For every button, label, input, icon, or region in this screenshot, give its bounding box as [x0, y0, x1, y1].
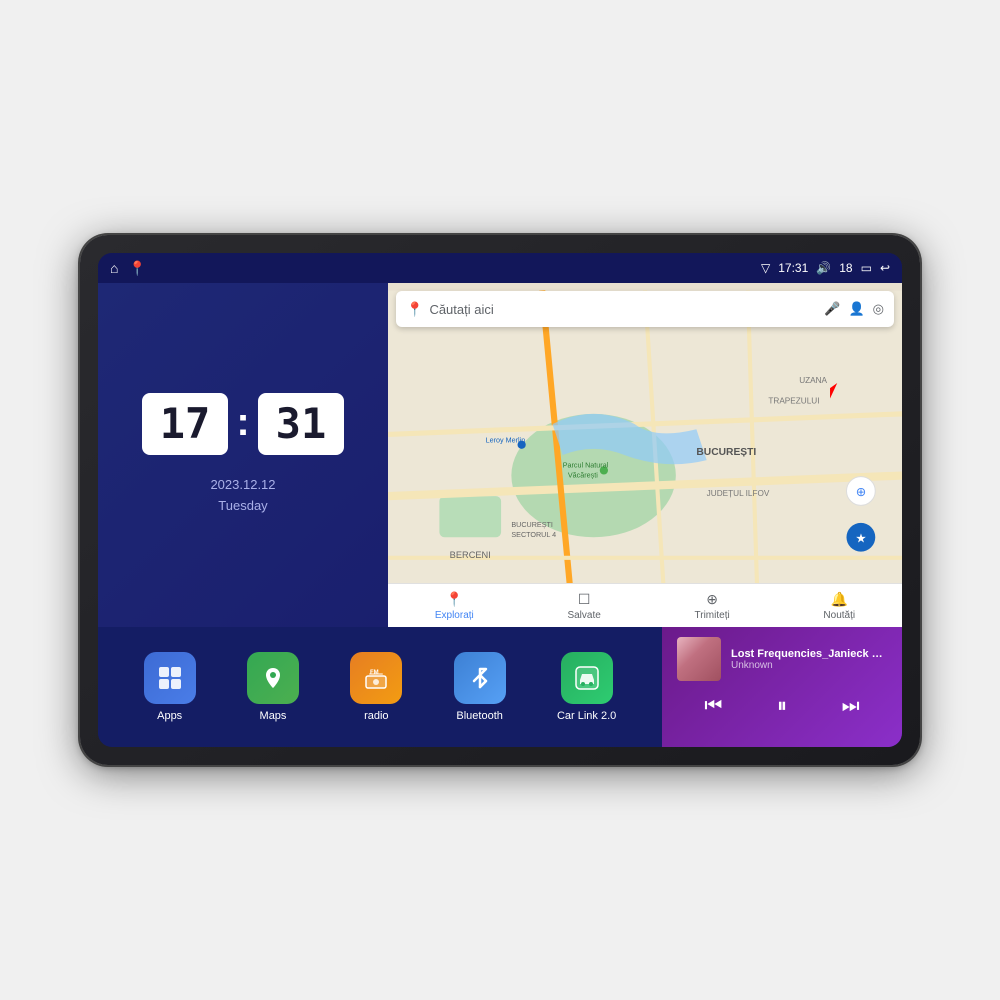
home-icon[interactable]: ⌂ [110, 260, 118, 276]
bluetooth-icon-svg [466, 664, 494, 692]
explore-label: Explorați [435, 610, 474, 621]
media-player: Lost Frequencies_Janieck Devy-... Unknow… [662, 627, 902, 747]
explore-icon: 📍 [446, 591, 463, 608]
top-section: 17 : 31 2023.12.12 Tuesday [98, 283, 902, 627]
screen: ⌂ 📍 ▽ 17:31 🔊 18 ▭ ↩ [98, 253, 902, 747]
apps-icon [144, 652, 196, 704]
saved-icon: ☐ [578, 591, 591, 608]
map-nav-bar: 📍 Explorați ☐ Salvate ⊕ Trimiteți [388, 583, 902, 627]
map-search-right: 🎤 👤 ◎ [824, 301, 884, 317]
volume-level: 18 [839, 261, 852, 275]
clock-colon: : [236, 402, 249, 442]
app-item-radio[interactable]: FM radio [350, 652, 402, 722]
send-label: Trimiteți [695, 610, 730, 621]
map-search-bar[interactable]: 📍 Căutați aici 🎤 👤 ◎ [396, 291, 894, 327]
map-search-input[interactable]: Căutați aici [429, 302, 824, 317]
svg-text:Parcul Natural: Parcul Natural [563, 460, 609, 469]
svg-text:BUCUREȘTI: BUCUREȘTI [511, 520, 553, 529]
svg-text:BUCUREȘTI: BUCUREȘTI [696, 447, 756, 458]
map-nav-send[interactable]: ⊕ Trimiteți [695, 591, 730, 621]
map-panel[interactable]: BUCUREȘTI JUDEȚUL ILFOV TRAPEZULUI BERCE… [388, 283, 902, 627]
bottom-section: Apps Maps [98, 627, 902, 747]
apps-icon-svg [156, 664, 184, 692]
send-icon: ⊕ [706, 591, 718, 608]
clock-display: 17 : 31 [142, 393, 344, 455]
media-artist: Unknown [731, 660, 887, 671]
svg-text:BERCENI: BERCENI [450, 550, 491, 560]
clock-minutes: 31 [258, 393, 345, 455]
account-icon[interactable]: 👤 [848, 301, 864, 317]
date-display: 2023.12.12 Tuesday [210, 475, 275, 517]
back-icon[interactable]: ↩ [880, 261, 890, 275]
apps-bar: Apps Maps [98, 627, 662, 747]
map-nav-explore[interactable]: 📍 Explorați [435, 591, 474, 621]
media-controls: ⏮ ⏸ ⏭ [677, 691, 887, 722]
bluetooth-label: Bluetooth [456, 710, 502, 722]
radio-label: radio [364, 710, 388, 722]
maps-label: Maps [260, 710, 287, 722]
svg-text:JUDEȚUL ILFOV: JUDEȚUL ILFOV [707, 489, 770, 498]
carlink-label: Car Link 2.0 [557, 710, 616, 722]
apps-label: Apps [157, 710, 182, 722]
prev-button[interactable]: ⏮ [696, 691, 730, 722]
signal-icon: ▽ [761, 261, 770, 275]
battery-icon: ▭ [861, 261, 872, 275]
next-button[interactable]: ⏭ [834, 691, 868, 722]
svg-text:⊕: ⊕ [856, 485, 866, 499]
status-time: 17:31 [778, 261, 808, 275]
app-item-bluetooth[interactable]: Bluetooth [454, 652, 506, 722]
date-value: 2023.12.12 [210, 475, 275, 496]
maps-shortcut-icon[interactable]: 📍 [128, 260, 145, 277]
mic-icon[interactable]: 🎤 [824, 301, 840, 317]
svg-text:FM: FM [370, 670, 379, 676]
layers-icon[interactable]: ◎ [873, 301, 884, 317]
radio-icon-svg: FM [362, 664, 390, 692]
carlink-icon [561, 652, 613, 704]
map-nav-news[interactable]: 🔔 Noutăți [823, 591, 855, 621]
bluetooth-icon [454, 652, 506, 704]
play-pause-button[interactable]: ⏸ [769, 691, 795, 722]
clock-hours: 17 [142, 393, 229, 455]
news-icon: 🔔 [831, 591, 848, 608]
map-pin-icon: 📍 [406, 301, 423, 318]
status-right: ▽ 17:31 🔊 18 ▭ ↩ [761, 261, 890, 275]
svg-text:Văcărești: Văcărești [568, 471, 598, 480]
app-item-maps[interactable]: Maps [247, 652, 299, 722]
map-nav-saved[interactable]: ☐ Salvate [567, 591, 600, 621]
device-wrapper: ⌂ 📍 ▽ 17:31 🔊 18 ▭ ↩ [80, 235, 920, 765]
map-svg: BUCUREȘTI JUDEȚUL ILFOV TRAPEZULUI BERCE… [388, 283, 902, 627]
radio-icon: FM [350, 652, 402, 704]
news-label: Noutăți [823, 610, 855, 621]
maps-icon-svg [259, 664, 287, 692]
media-text: Lost Frequencies_Janieck Devy-... Unknow… [731, 648, 887, 671]
clock-panel: 17 : 31 2023.12.12 Tuesday [98, 283, 388, 627]
media-thumbnail [677, 637, 721, 681]
main-area: 17 : 31 2023.12.12 Tuesday [98, 283, 902, 747]
maps-icon [247, 652, 299, 704]
media-title: Lost Frequencies_Janieck Devy-... [731, 648, 887, 660]
svg-text:UZANA: UZANA [799, 376, 827, 385]
status-left: ⌂ 📍 [110, 260, 146, 277]
svg-text:TRAPEZULUI: TRAPEZULUI [768, 397, 819, 406]
svg-text:SECTORUL 4: SECTORUL 4 [511, 530, 556, 539]
app-item-carlink[interactable]: Car Link 2.0 [557, 652, 616, 722]
media-info: Lost Frequencies_Janieck Devy-... Unknow… [677, 637, 887, 681]
device-shell: ⌂ 📍 ▽ 17:31 🔊 18 ▭ ↩ [80, 235, 920, 765]
status-bar: ⌂ 📍 ▽ 17:31 🔊 18 ▭ ↩ [98, 253, 902, 283]
day-value: Tuesday [210, 496, 275, 517]
volume-icon: 🔊 [816, 261, 831, 275]
carlink-icon-svg [573, 664, 601, 692]
svg-text:Leroy Merlin: Leroy Merlin [486, 436, 526, 445]
svg-text:★: ★ [855, 531, 866, 545]
saved-label: Salvate [567, 610, 600, 621]
app-item-apps[interactable]: Apps [144, 652, 196, 722]
album-art [677, 637, 721, 681]
